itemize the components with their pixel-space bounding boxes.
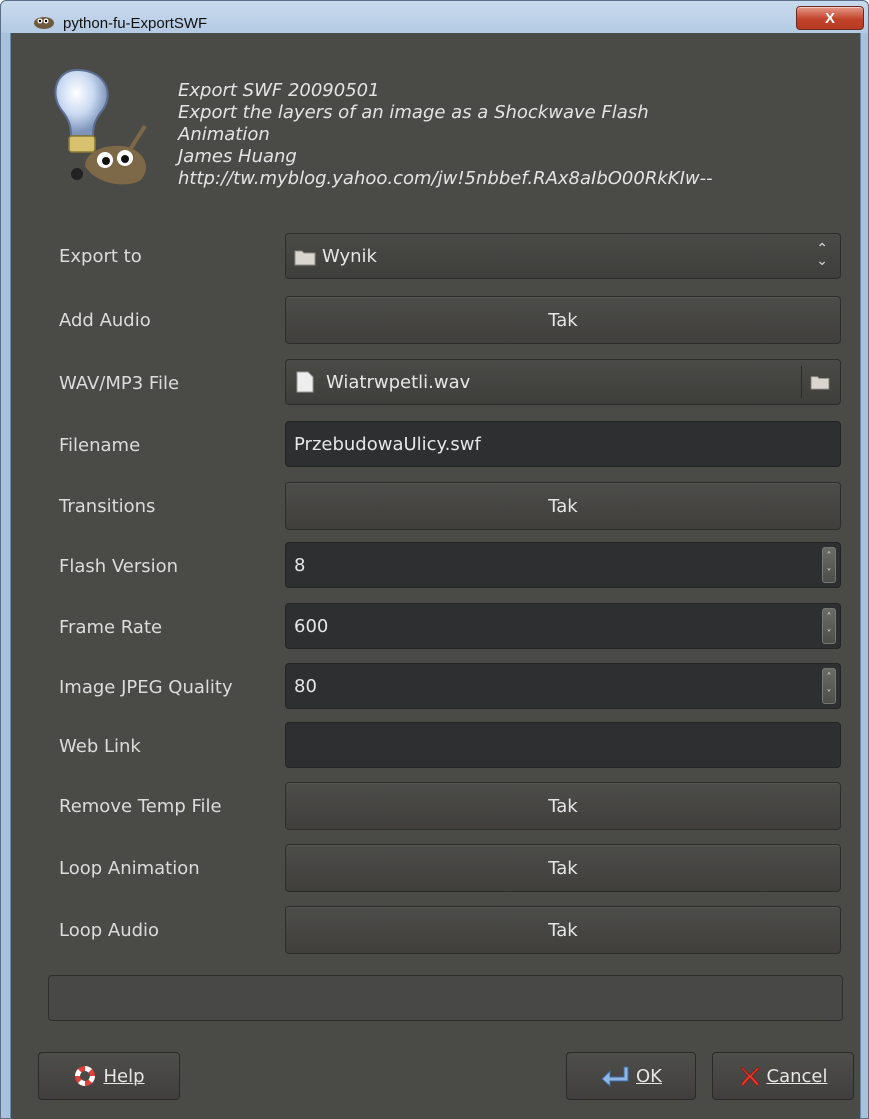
export-to-value: Wynik <box>322 246 377 267</box>
plugin-author: James Huang <box>178 146 297 167</box>
loop-audio-toggle[interactable]: Tak <box>285 906 841 954</box>
add-audio-value: Tak <box>548 309 578 331</box>
spin-arrows-icon[interactable]: ˄ ˅ <box>822 608 836 644</box>
loop-animation-label: Loop Animation <box>59 858 200 879</box>
help-label: Help <box>103 1065 145 1087</box>
open-folder-icon[interactable] <box>810 374 830 390</box>
progress-bar <box>48 975 843 1021</box>
remove-temp-value: Tak <box>548 795 578 817</box>
cancel-x-icon <box>739 1066 760 1087</box>
plugin-description: Export SWF 20090501 Export the layers of… <box>178 80 858 190</box>
wav-file-chooser[interactable]: Wiatrwpetli.wav <box>285 359 841 405</box>
ok-button[interactable]: OK <box>566 1052 696 1100</box>
add-audio-toggle[interactable]: Tak <box>285 296 841 344</box>
transitions-toggle[interactable]: Tak <box>285 482 841 530</box>
flash-version-value: 8 <box>294 554 306 576</box>
loop-audio-label: Loop Audio <box>59 920 160 941</box>
plugin-bulb-icon <box>54 68 147 185</box>
spin-arrows-icon[interactable]: ˄ ˅ <box>822 547 836 583</box>
web-link-label: Web Link <box>59 736 141 757</box>
help-button[interactable]: Help <box>38 1052 180 1100</box>
flash-version-spin[interactable]: 8 ˄ ˅ <box>285 542 841 588</box>
window-title: python-fu-ExportSWF <box>63 15 208 32</box>
frame-rate-label: Frame Rate <box>59 617 163 638</box>
filename-input[interactable]: PrzebudowaUlicy.swf <box>285 421 841 467</box>
frame-rate-value: 600 <box>294 615 329 637</box>
file-icon <box>296 371 314 393</box>
loop-animation-toggle[interactable]: Tak <box>285 844 841 892</box>
loop-audio-value: Tak <box>548 919 578 941</box>
jpeg-quality-label: Image JPEG Quality <box>59 677 233 698</box>
filename-label: Filename <box>59 435 141 456</box>
chooser-divider <box>801 366 802 398</box>
title-bar[interactable]: python-fu-ExportSWF X <box>1 1 868 33</box>
export-to-label: Export to <box>59 246 142 267</box>
web-link-input[interactable] <box>285 722 841 768</box>
lifebuoy-icon <box>75 1066 96 1086</box>
cancel-button[interactable]: Cancel <box>712 1052 854 1100</box>
remove-temp-toggle[interactable]: Tak <box>285 782 841 830</box>
spin-arrows-icon[interactable]: ˄ ˅ <box>822 668 836 704</box>
jpeg-quality-value: 80 <box>294 675 317 697</box>
folder-icon <box>294 250 316 266</box>
jpeg-quality-spin[interactable]: 80 ˄ ˅ <box>285 663 841 709</box>
plugin-blurb: Export the layers of an image as a Shock… <box>178 102 649 123</box>
add-audio-label: Add Audio <box>59 310 151 331</box>
export-to-combo[interactable]: Wynik ⌃ ⌄ <box>285 233 841 279</box>
flash-version-label: Flash Version <box>59 556 179 577</box>
frame-rate-spin[interactable]: 600 ˄ ˅ <box>285 603 841 649</box>
ok-label: OK <box>636 1065 662 1087</box>
remove-temp-label: Remove Temp File <box>59 796 222 817</box>
combo-arrows-icon: ⌃ ⌄ <box>816 241 828 269</box>
cancel-label: Cancel <box>766 1065 828 1087</box>
loop-animation-value: Tak <box>548 857 578 879</box>
transitions-label: Transitions <box>59 496 156 517</box>
enter-arrow-icon <box>601 1066 629 1087</box>
plugin-blurb-cont: Animation <box>178 124 270 145</box>
wav-file-label: WAV/MP3 File <box>59 373 180 394</box>
plugin-url: http://tw.myblog.yahoo.com/jw!5nbbef.RAx… <box>178 168 713 189</box>
gimp-icon <box>34 17 54 29</box>
transitions-value: Tak <box>548 495 578 517</box>
close-icon: X <box>824 9 835 27</box>
wav-file-value: Wiatrwpetli.wav <box>326 372 471 393</box>
plugin-name: Export SWF 20090501 <box>178 80 380 101</box>
close-button[interactable]: X <box>796 6 864 30</box>
